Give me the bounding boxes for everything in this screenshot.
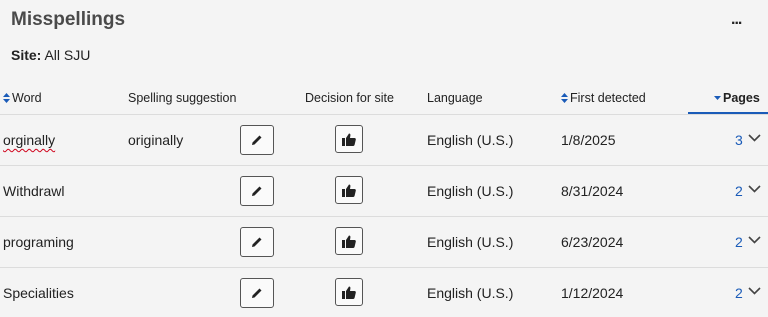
first-detected-cell: 8/31/2024 <box>561 183 624 199</box>
column-header-pages[interactable]: Pages <box>714 91 760 105</box>
misspelled-word: orginally <box>3 132 56 148</box>
column-header-language: Language <box>427 91 483 105</box>
edit-suggestion-button[interactable] <box>240 278 274 308</box>
word-cell: Withdrawl <box>3 183 65 199</box>
thumbs-up-icon <box>342 235 356 248</box>
thumbs-up-icon <box>342 184 356 197</box>
chevron-down-icon[interactable] <box>748 185 761 193</box>
table-row: programing English (U.S.) 6/23/2024 2 <box>0 217 768 268</box>
thumbs-up-icon <box>342 286 356 299</box>
edit-suggestion-button[interactable] <box>240 176 274 206</box>
site-filter: Site: All SJU <box>11 47 90 63</box>
column-header-word[interactable]: Word <box>3 91 42 105</box>
column-label: Pages <box>723 91 760 105</box>
approve-button[interactable] <box>335 125 363 153</box>
pages-count-link[interactable]: 2 <box>735 166 743 216</box>
more-options-button[interactable]: ... <box>731 11 742 29</box>
chevron-down-icon[interactable] <box>748 287 761 295</box>
thumbs-up-icon <box>342 133 356 146</box>
column-header-first-detected[interactable]: First detected <box>561 91 646 105</box>
site-label: Site: <box>11 47 42 63</box>
pencil-icon <box>252 135 262 145</box>
pages-count-link[interactable]: 3 <box>735 115 743 165</box>
page-title: Misspellings <box>11 9 126 30</box>
column-label: First detected <box>570 91 646 105</box>
pencil-icon <box>252 237 262 247</box>
site-value: All SJU <box>44 47 91 63</box>
first-detected-cell: 1/12/2024 <box>561 285 624 301</box>
approve-button[interactable] <box>335 278 363 306</box>
language-cell: English (U.S.) <box>427 234 514 250</box>
chevron-down-icon[interactable] <box>748 134 761 142</box>
language-cell: English (U.S.) <box>427 183 514 199</box>
first-detected-cell: 1/8/2025 <box>561 132 616 148</box>
suggestion-cell: originally <box>128 132 184 148</box>
sort-arrows-icon <box>3 92 10 103</box>
column-label: Word <box>12 91 42 105</box>
table-row: orginally originally English (U.S.) 1/8/… <box>0 115 768 166</box>
pages-count-link[interactable]: 2 <box>735 217 743 267</box>
language-cell: English (U.S.) <box>427 132 514 148</box>
pencil-icon <box>252 186 262 196</box>
pages-count-link[interactable]: 2 <box>735 268 743 317</box>
first-detected-cell: 6/23/2024 <box>561 234 624 250</box>
pencil-icon <box>252 288 262 298</box>
sort-arrows-icon <box>561 92 568 103</box>
table-row: Withdrawl English (U.S.) 8/31/2024 2 <box>0 166 768 217</box>
chevron-down-icon[interactable] <box>748 236 761 244</box>
word-cell: Specialities <box>3 285 74 301</box>
approve-button[interactable] <box>335 176 363 204</box>
word-cell: programing <box>3 234 74 250</box>
column-header-decision: Decision for site <box>305 91 394 105</box>
edit-suggestion-button[interactable] <box>240 227 274 257</box>
approve-button[interactable] <box>335 227 363 255</box>
column-header-suggestion: Spelling suggestion <box>128 91 237 105</box>
table-row: Specialities English (U.S.) 1/12/2024 2 <box>0 268 768 317</box>
language-cell: English (U.S.) <box>427 285 514 301</box>
sort-desc-icon <box>714 95 721 101</box>
edit-suggestion-button[interactable] <box>240 125 274 155</box>
word-cell: orginally <box>3 115 55 165</box>
